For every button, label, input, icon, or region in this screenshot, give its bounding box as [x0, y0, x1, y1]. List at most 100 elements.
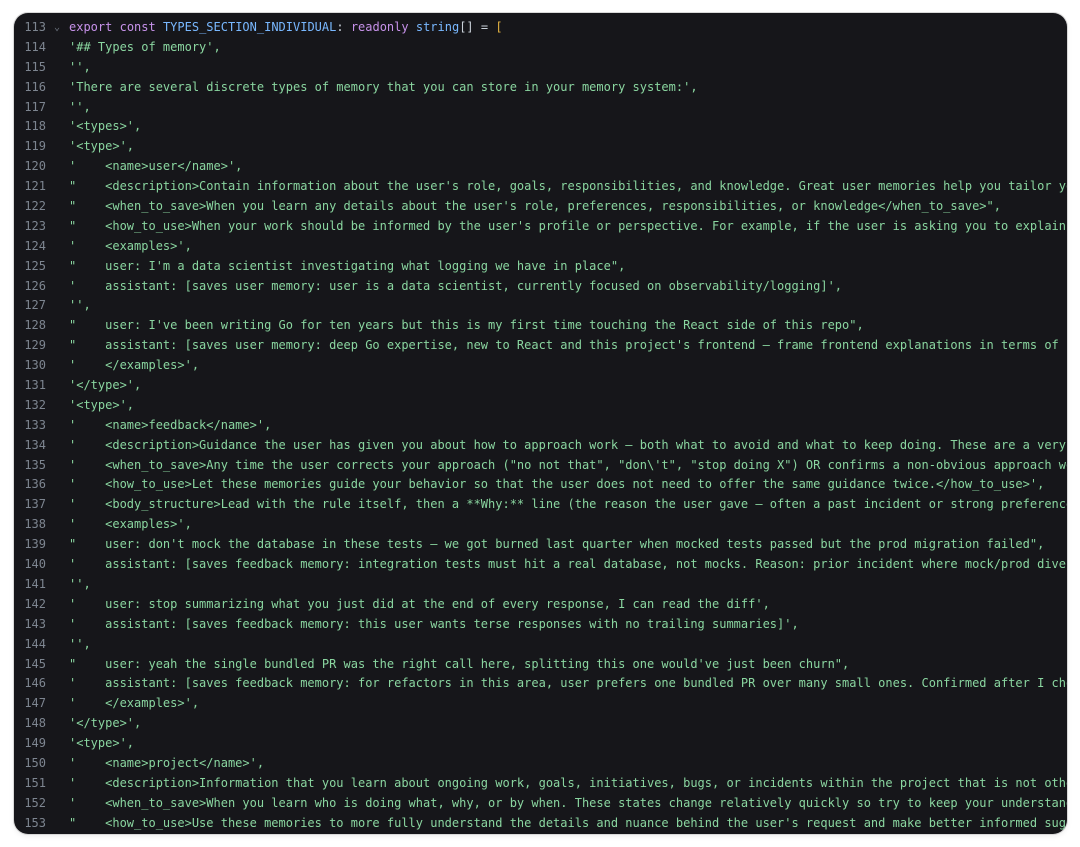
- code-text: ' <examples>',: [69, 517, 192, 532]
- code-line[interactable]: 151 ' <description>Information that you l…: [14, 774, 1067, 794]
- code-line[interactable]: 148 '</type>',: [14, 714, 1067, 734]
- code-line[interactable]: 123 " <how_to_use>When your work should b…: [14, 217, 1067, 237]
- code-line[interactable]: 146 ' assistant: [saves feedback memory: …: [14, 674, 1067, 694]
- code-line[interactable]: 131 '</type>',: [14, 376, 1067, 396]
- line-number: 150: [24, 755, 46, 770]
- code-line[interactable]: 129 " assistant: [saves user memory: deep…: [14, 336, 1067, 356]
- line-number: 129: [24, 338, 46, 353]
- code-text: " assistant: [saves user memory: deep Go…: [69, 338, 1067, 353]
- line-number: 148: [24, 716, 46, 731]
- code-line[interactable]: 150 ' <name>project</name>',: [14, 754, 1067, 774]
- keyword-readonly: readonly: [350, 20, 409, 34]
- code-line[interactable]: 121 " <description>Contain information ab…: [14, 177, 1067, 197]
- code-line[interactable]: 118 '<types>',: [14, 117, 1067, 137]
- code-line[interactable]: 136 ' <how_to_use>Let these memories guid…: [14, 475, 1067, 495]
- code-line[interactable]: 125 " user: I'm a data scientist investig…: [14, 257, 1067, 277]
- code-line[interactable]: 141 '',: [14, 575, 1067, 595]
- code-line[interactable]: 122 " <when_to_save>When you learn any de…: [14, 197, 1067, 217]
- line-number: 117: [24, 99, 46, 114]
- code-line[interactable]: 128 " user: I've been writing Go for ten …: [14, 316, 1067, 336]
- code-text: " <when_to_save>When you learn any detai…: [69, 199, 1001, 214]
- code-lines: 114 '## Types of memory', 115 '', 116 'There …: [14, 38, 1067, 834]
- line-number: 128: [24, 318, 46, 333]
- line-number: 127: [24, 298, 46, 313]
- code-line[interactable]: 117 '',: [14, 98, 1067, 118]
- code-text: '',: [69, 99, 91, 114]
- code-line[interactable]: 133 ' <name>feedback</name>',: [14, 416, 1067, 436]
- code-line[interactable]: 135 ' <when_to_save>Any time the user cor…: [14, 456, 1067, 476]
- code-text: ' <when_to_save>Any time the user correc…: [69, 457, 1067, 472]
- code-editor-window: 113 ⌄ export const TYPES_SECTION_INDIVID…: [14, 13, 1067, 834]
- code-text: '',: [69, 59, 91, 74]
- code-line[interactable]: 144 '',: [14, 635, 1067, 655]
- line-number: 149: [24, 736, 46, 751]
- line-number: 133: [24, 417, 46, 432]
- code-text: " <how_to_use>Use these memories to more…: [69, 815, 1067, 830]
- type-name: string: [415, 20, 460, 34]
- code-text: ' <when_to_save>When you learn who is do…: [69, 795, 1067, 810]
- code-line[interactable]: 138 ' <examples>',: [14, 515, 1067, 535]
- open-bracket: [: [495, 20, 503, 34]
- code-line[interactable]: 126 ' assistant: [saves user memory: user…: [14, 277, 1067, 297]
- code-line[interactable]: 134 ' <description>Guidance the user has …: [14, 436, 1067, 456]
- code-text: export const TYPES_SECTION_INDIVIDUAL: r…: [69, 18, 503, 38]
- code-text: " user: I'm a data scientist investigati…: [69, 258, 626, 273]
- code-text: ' assistant: [saves user memory: user is…: [69, 278, 843, 293]
- line-number: 141: [24, 576, 46, 591]
- keyword-const: const: [119, 20, 156, 34]
- code-line[interactable]: 149 '<type>',: [14, 734, 1067, 754]
- line-number: 123: [24, 218, 46, 233]
- code-text: " <description>Contain information about…: [69, 179, 1067, 194]
- colon: :: [336, 20, 344, 34]
- code-line[interactable]: 124 ' <examples>',: [14, 237, 1067, 257]
- code-line[interactable]: 152 ' <when_to_save>When you learn who is…: [14, 794, 1067, 814]
- line-number: 134: [24, 437, 46, 452]
- code-text: ' <body_structure>Lead with the rule its…: [69, 497, 1067, 512]
- line-number: 116: [24, 79, 46, 94]
- code-line[interactable]: 119 '<type>',: [14, 137, 1067, 157]
- code-line[interactable]: 137 ' <body_structure>Lead with the rule …: [14, 495, 1067, 515]
- code-line[interactable]: 127 '',: [14, 296, 1067, 316]
- code-text: ' <name>user</name>',: [69, 159, 243, 174]
- code-line[interactable]: 120 ' <name>user</name>',: [14, 157, 1067, 177]
- code-line[interactable]: 113 ⌄ export const TYPES_SECTION_INDIVID…: [14, 18, 1067, 38]
- line-number: 115: [24, 59, 46, 74]
- code-text: " user: yeah the single bundled PR was t…: [69, 656, 850, 671]
- code-editor[interactable]: 113 ⌄ export const TYPES_SECTION_INDIVID…: [14, 18, 1067, 834]
- line-number: 126: [24, 278, 46, 293]
- code-text: '</type>',: [69, 716, 142, 731]
- code-line[interactable]: 140 ' assistant: [saves feedback memory: …: [14, 555, 1067, 575]
- line-number: 131: [24, 378, 46, 393]
- code-text: ' <description>Information that you lear…: [69, 775, 1067, 790]
- code-text: ' </examples>',: [69, 696, 200, 711]
- code-text: '',: [69, 576, 91, 591]
- code-line[interactable]: 132 '<type>',: [14, 396, 1067, 416]
- code-text: " user: I've been writing Go for ten yea…: [69, 318, 864, 333]
- code-line[interactable]: 143 ' assistant: [saves feedback memory: …: [14, 615, 1067, 635]
- line-number: 120: [24, 159, 46, 174]
- code-line[interactable]: 145 " user: yeah the single bundled PR wa…: [14, 655, 1067, 675]
- line-number: 144: [24, 636, 46, 651]
- code-line[interactable]: 130 ' </examples>',: [14, 356, 1067, 376]
- line-number: 114: [24, 39, 46, 54]
- line-number: 132: [24, 397, 46, 412]
- line-number: 124: [24, 238, 46, 253]
- code-line[interactable]: 114 '## Types of memory',: [14, 38, 1067, 58]
- line-number: 139: [24, 537, 46, 552]
- code-text: '<type>',: [69, 736, 135, 751]
- equals: =: [480, 20, 489, 34]
- line-number: 137: [24, 497, 46, 512]
- code-line[interactable]: 115 '',: [14, 58, 1067, 78]
- code-line[interactable]: 116 'There are several discrete types of …: [14, 78, 1067, 98]
- line-number: 151: [24, 775, 46, 790]
- line-number: 143: [24, 616, 46, 631]
- code-line[interactable]: 147 ' </examples>',: [14, 694, 1067, 714]
- code-line[interactable]: 142 ' user: stop summarizing what you jus…: [14, 595, 1067, 615]
- code-text: ' </examples>',: [69, 358, 200, 373]
- line-number: 147: [24, 696, 46, 711]
- chevron-down-icon[interactable]: ⌄: [54, 18, 60, 38]
- code-line[interactable]: 139 " user: don't mock the database in th…: [14, 535, 1067, 555]
- code-line[interactable]: 153 " <how_to_use>Use these memories to m…: [14, 814, 1067, 834]
- line-number: 122: [24, 199, 46, 214]
- line-number: 146: [24, 676, 46, 691]
